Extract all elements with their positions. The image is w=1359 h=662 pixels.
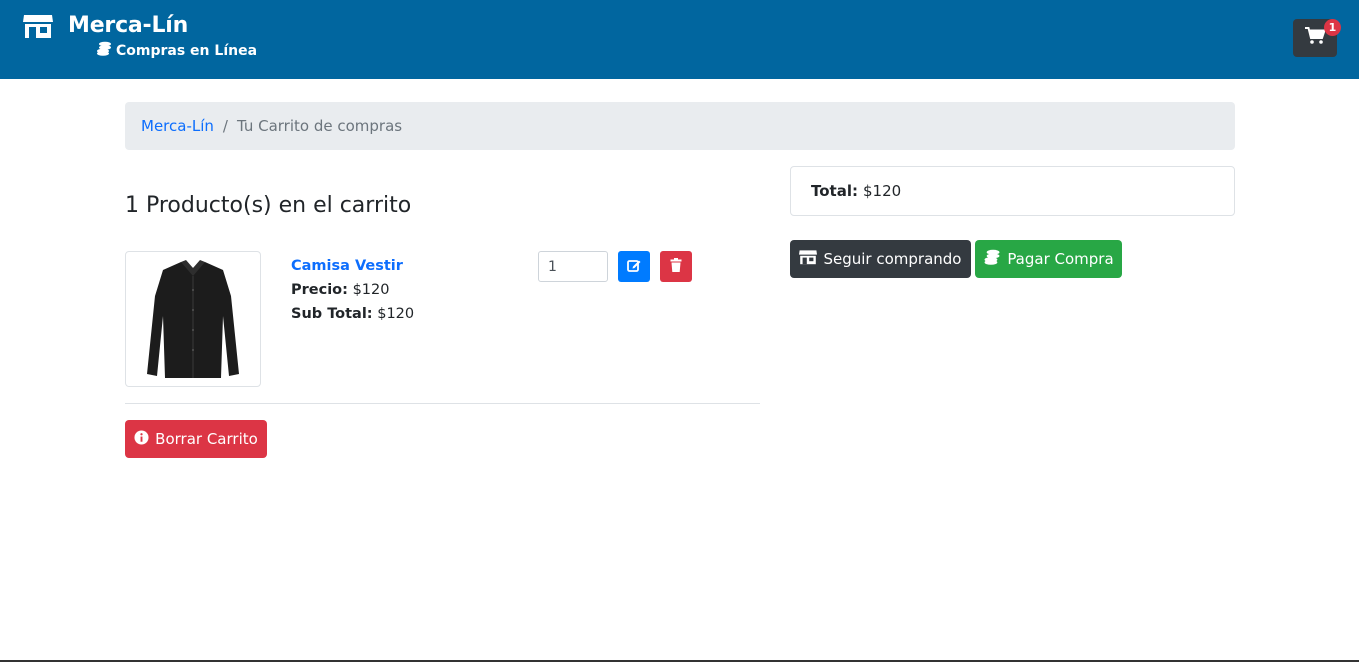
product-image — [125, 251, 261, 387]
breadcrumb-separator: / — [222, 117, 228, 135]
brand-title[interactable]: Merca-Lín — [68, 13, 188, 38]
shirt-image — [147, 260, 239, 378]
breadcrumb: Merca-Lín / Tu Carrito de compras — [125, 102, 1235, 150]
edit-quantity-button[interactable] — [618, 251, 650, 282]
clear-cart-button[interactable]: Borrar Carrito — [125, 420, 267, 458]
continue-shopping-button[interactable]: Seguir comprando — [790, 240, 971, 278]
product-price: Precio: $120 — [291, 278, 414, 302]
clear-cart-label: Borrar Carrito — [155, 430, 258, 448]
cart-title: 1 Producto(s) en el carrito — [125, 193, 412, 218]
total-value: $120 — [862, 182, 902, 200]
price-value: $120 — [352, 282, 390, 298]
price-label: Precio: — [291, 282, 348, 298]
coins-icon — [96, 41, 112, 60]
quantity-input[interactable] — [538, 251, 608, 282]
store-icon[interactable] — [23, 13, 53, 39]
subtotal-label: Sub Total: — [291, 306, 373, 322]
navbar: Merca-Lín Compras en Línea 1 — [0, 0, 1359, 79]
coins-icon — [983, 249, 1001, 269]
trash-icon — [669, 257, 683, 276]
delete-item-button[interactable] — [660, 251, 692, 282]
product-subtotal: Sub Total: $120 — [291, 302, 414, 326]
shopping-cart-icon — [1305, 27, 1326, 49]
breadcrumb-current: Tu Carrito de compras — [236, 117, 403, 135]
store-icon — [799, 249, 818, 269]
cart-count-badge: 1 — [1324, 19, 1341, 36]
breadcrumb-home-link[interactable]: Merca-Lín — [141, 117, 214, 135]
edit-icon — [627, 257, 641, 276]
pay-label: Pagar Compra — [1007, 250, 1114, 268]
product-name-link[interactable]: Camisa Vestir — [291, 254, 414, 278]
total-box: Total: $120 — [790, 166, 1235, 216]
product-info: Camisa Vestir Precio: $120 Sub Total: $1… — [291, 254, 414, 326]
subtotal-value: $120 — [377, 306, 415, 322]
brand-subtitle: Compras en Línea — [96, 41, 257, 60]
divider — [125, 403, 760, 404]
info-circle-icon — [134, 429, 149, 449]
total-label: Total: — [811, 182, 858, 200]
brand-subtitle-text: Compras en Línea — [116, 42, 258, 59]
pay-button[interactable]: Pagar Compra — [975, 240, 1122, 278]
continue-shopping-label: Seguir comprando — [823, 250, 962, 268]
